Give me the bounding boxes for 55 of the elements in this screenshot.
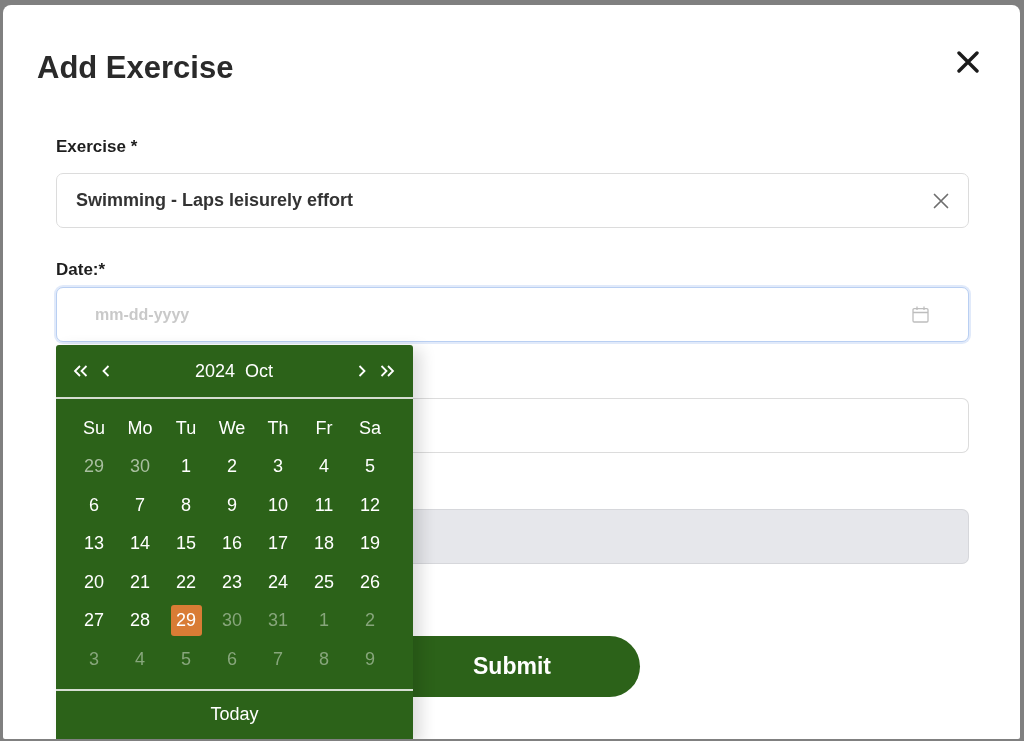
calendar-day[interactable]: 30 xyxy=(124,451,156,483)
month-button[interactable]: Oct xyxy=(245,360,274,382)
calendar-day[interactable]: 21 xyxy=(124,566,156,598)
weekday-label: Mo xyxy=(127,417,153,439)
calendar-day[interactable]: 9 xyxy=(216,489,248,521)
calendar-day[interactable]: 27 xyxy=(78,605,110,637)
weekday-label: Su xyxy=(83,417,105,439)
calendar-day[interactable]: 22 xyxy=(170,566,202,598)
submit-button[interactable]: Submit xyxy=(413,636,640,697)
close-icon xyxy=(957,51,979,73)
calendar-day[interactable]: 19 xyxy=(354,528,386,560)
weekday-label: We xyxy=(218,417,246,439)
chevron-left-icon xyxy=(102,365,110,377)
calendar-icon xyxy=(912,306,929,323)
field-label: Exercise * xyxy=(56,137,139,157)
today-button[interactable]: Today xyxy=(210,704,259,725)
calendar-day[interactable]: 26 xyxy=(354,566,386,598)
weekday-label: Sa xyxy=(359,417,381,439)
combo-field[interactable]: Swimming - Laps leisurely effort xyxy=(56,173,969,228)
double-chevron-right-icon xyxy=(380,365,395,377)
double-chevron-left-icon xyxy=(73,365,88,377)
calendar-day[interactable]: 12 xyxy=(354,489,386,521)
field-label: Date:* xyxy=(56,260,107,280)
calendar-day[interactable]: 18 xyxy=(308,528,340,560)
calendar-day[interactable]: 15 xyxy=(170,528,202,560)
dialog-title: Add Exercise xyxy=(37,50,234,86)
year-button[interactable]: 2024 xyxy=(194,360,235,382)
text-field[interactable] xyxy=(413,398,969,453)
calendar-day[interactable]: 7 xyxy=(124,489,156,521)
calendar-day[interactable]: 28 xyxy=(124,605,156,637)
calendar-day[interactable]: 29 xyxy=(78,451,110,483)
calendar-day[interactable]: 23 xyxy=(216,566,248,598)
calendar-day[interactable]: 13 xyxy=(78,528,110,560)
calendar-day[interactable]: 8 xyxy=(170,489,202,521)
close-button[interactable] xyxy=(957,51,979,73)
calendar-day[interactable]: 10 xyxy=(262,489,294,521)
clear-icon xyxy=(933,192,949,209)
calendar-day[interactable]: 17 xyxy=(262,528,294,560)
weekday-label: Fr xyxy=(315,417,333,439)
calendar-day[interactable]: 1 xyxy=(170,451,202,483)
text-input[interactable]: Swimming - Laps leisurely effort xyxy=(76,188,910,213)
calendar-day[interactable]: 14 xyxy=(124,528,156,560)
calendar-day[interactable]: 11 xyxy=(308,489,340,521)
calendar-day[interactable]: 4 xyxy=(308,451,340,483)
calendar-day[interactable]: 25 xyxy=(308,566,340,598)
chevron-right-icon xyxy=(358,365,366,377)
weekday-label: Th xyxy=(267,417,289,439)
calendar-day[interactable]: 5 xyxy=(354,451,386,483)
weekday-label: Tu xyxy=(175,417,197,439)
calendar-day[interactable]: 20 xyxy=(78,566,110,598)
calendar-day[interactable]: 3 xyxy=(262,451,294,483)
calendar-day[interactable]: 6 xyxy=(78,489,110,521)
calendar-day[interactable]: 2 xyxy=(216,451,248,483)
calendar-day[interactable]: 24 xyxy=(262,566,294,598)
calendar-day[interactable]: 16 xyxy=(216,528,248,560)
